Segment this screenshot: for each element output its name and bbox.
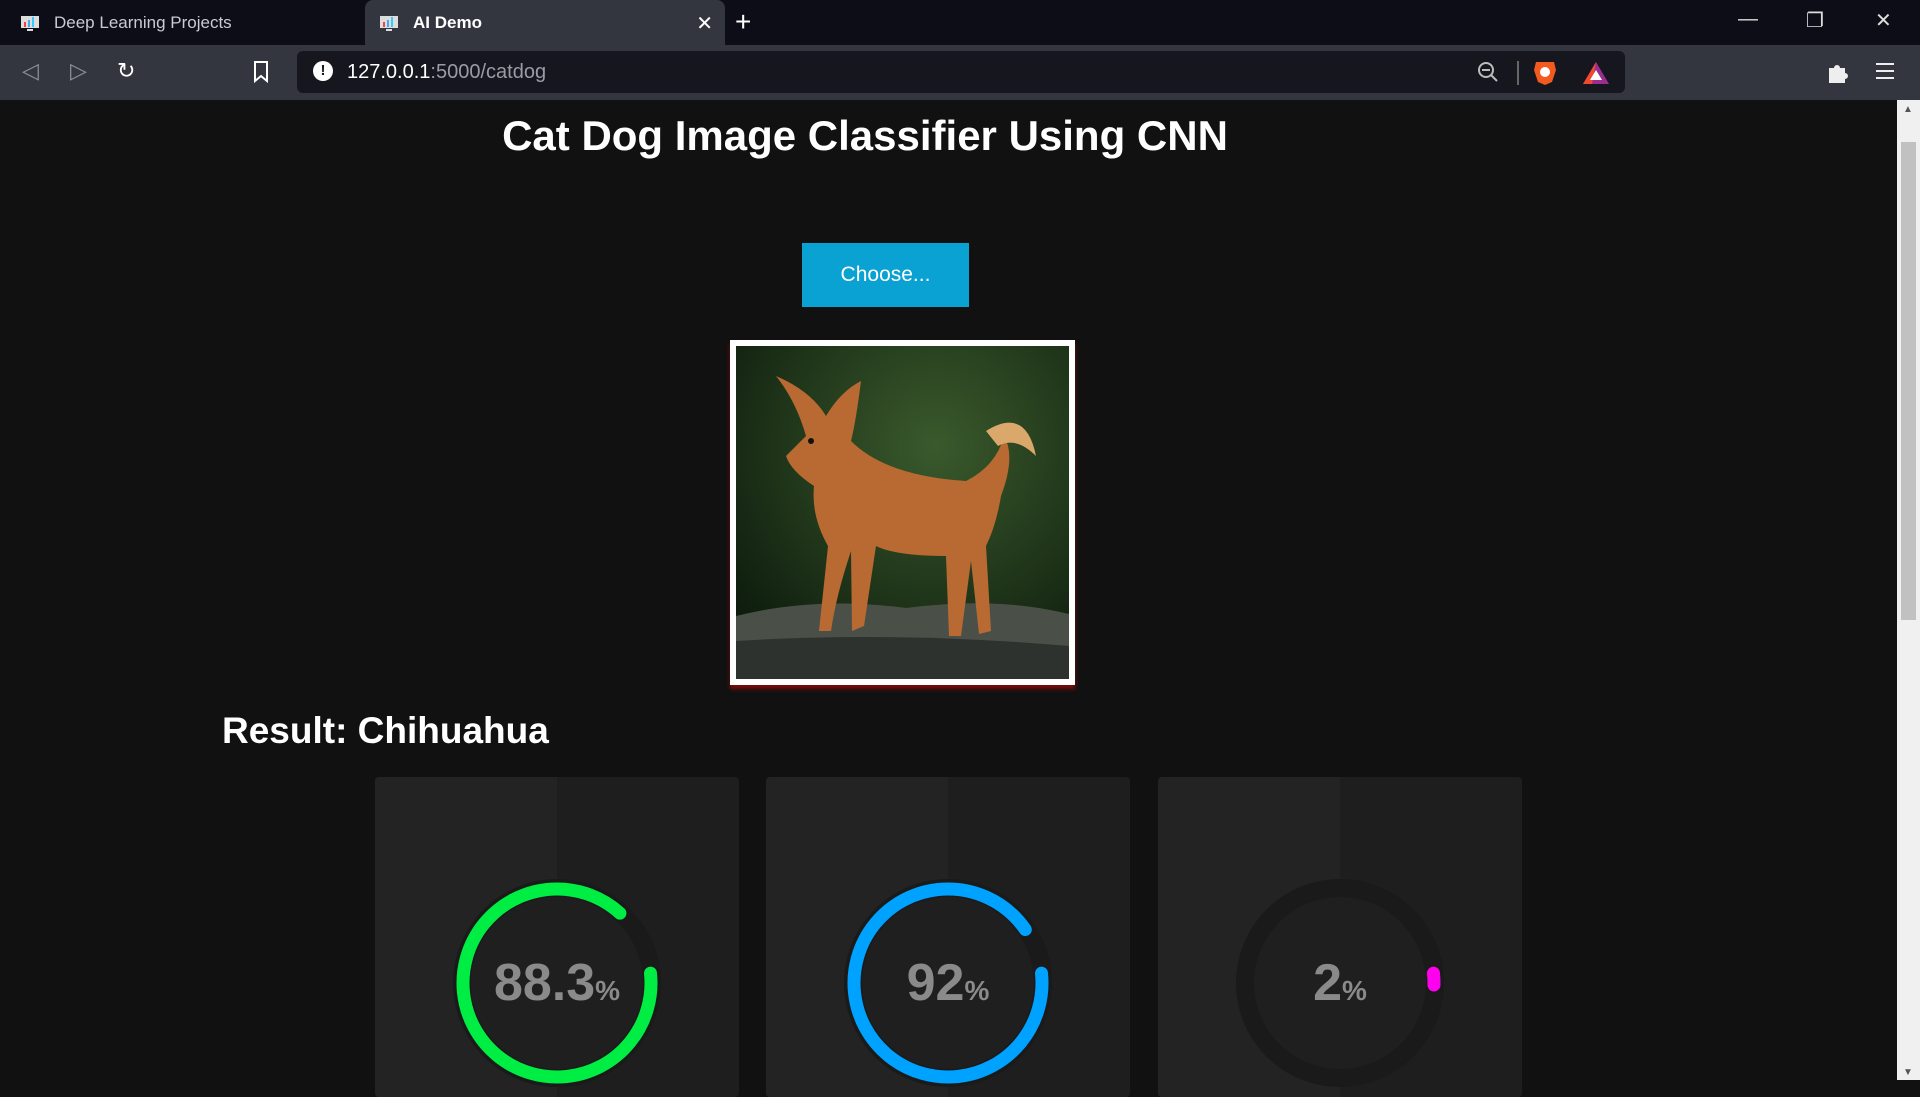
forward-icon[interactable]: ▷ [70,58,87,84]
gauge-value: 2% [1158,953,1522,1013]
tab-bar: Deep Learning Projects AI Demo ✕ + — ❐ ✕ [0,0,1920,45]
gauge-unit: % [595,975,621,1006]
choose-file-button[interactable]: Choose... [802,243,969,307]
back-icon[interactable]: ◁ [22,58,39,84]
site-info-icon[interactable]: ! [313,61,333,81]
confidence-card: 92% [766,777,1130,1097]
chart-favicon-icon [380,15,398,31]
chart-favicon-icon [21,15,39,31]
new-tab-icon[interactable]: + [735,6,751,38]
gauge-value: 92% [766,953,1130,1013]
scroll-down-icon[interactable]: ▼ [1903,1067,1913,1078]
restore-icon[interactable]: ❐ [1806,8,1824,33]
tab-deep-learning-projects[interactable]: Deep Learning Projects [0,0,365,45]
tab-ai-demo[interactable]: AI Demo ✕ [365,0,725,45]
uploaded-image-preview [730,340,1075,685]
bookmark-icon[interactable] [253,61,269,83]
address-bar[interactable]: ! 127.0.0.1:5000/catdog [297,51,1625,93]
brave-rewards-icon[interactable] [1582,61,1610,85]
zoom-out-icon[interactable] [1477,61,1499,83]
divider [1517,61,1519,85]
gauge-number: 2 [1313,954,1342,1012]
dog-photo [736,346,1069,679]
confidence-card: 88.3% [375,777,739,1097]
vertical-scrollbar[interactable]: ▲ ▼ [1897,100,1920,1080]
gauge-number: 88.3 [493,954,596,1012]
tab-label: AI Demo [413,12,482,32]
extensions-icon[interactable] [1826,60,1850,84]
gauge-value: 88.3% [375,953,739,1013]
toolbar: ◁ ▷ ↻ ! 127.0.0.1:5000/catdog [0,45,1920,100]
url-host: 127.0.0.1 [347,61,431,83]
scrollbar-thumb[interactable] [1901,142,1916,620]
gauge-unit: % [1342,975,1367,1006]
reload-icon[interactable]: ↻ [117,58,135,84]
result-label: Result: Chihuahua [222,710,549,751]
close-tab-icon[interactable]: ✕ [696,11,713,36]
menu-icon[interactable] [1876,61,1894,81]
confidence-card: 2% [1158,777,1522,1097]
scroll-up-icon[interactable]: ▲ [1903,104,1913,115]
page-title: Cat Dog Image Classifier Using CNN [502,112,1228,159]
page-content: Cat Dog Image Classifier Using CNN Choos… [0,100,1897,1097]
close-window-icon[interactable]: ✕ [1875,8,1892,33]
minimize-icon[interactable]: — [1738,8,1758,31]
gauge-number: 92 [906,954,965,1012]
url-path: :5000/catdog [430,61,547,83]
tab-label: Deep Learning Projects [54,12,232,32]
gauge-unit: % [964,975,990,1006]
brave-shields-icon[interactable] [1533,59,1557,86]
url-text: 127.0.0.1:5000/catdog [347,61,546,84]
